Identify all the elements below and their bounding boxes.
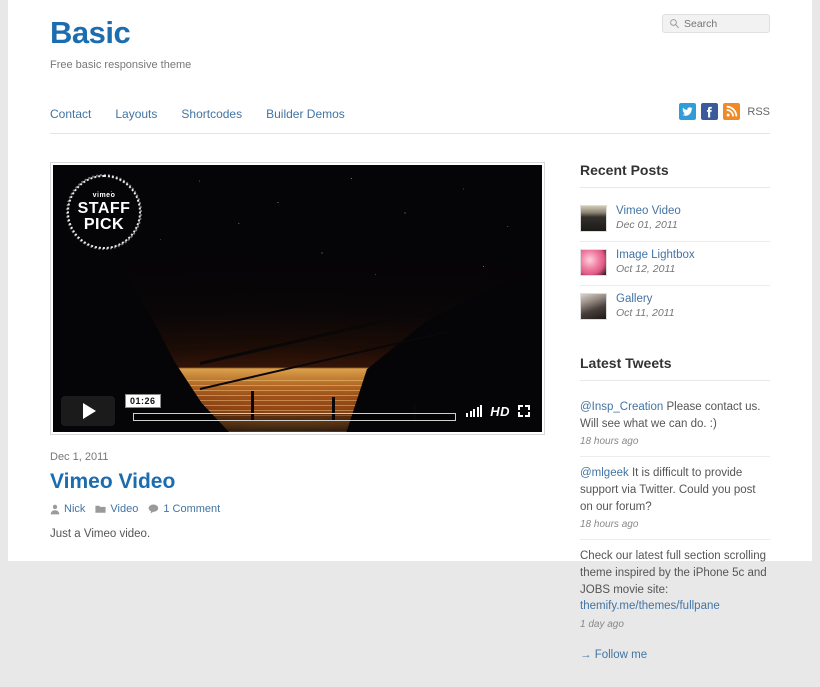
- main-content: vimeo STAFF PICK 01:26 HD Dec 1, 2011 Vi…: [50, 162, 550, 687]
- tweet-mention[interactable]: @Insp_Creation: [580, 401, 663, 413]
- folder-icon: [95, 505, 106, 514]
- widget-title: Recent Posts: [580, 162, 770, 189]
- nav-link[interactable]: Builder Demos: [266, 107, 345, 121]
- list-item[interactable]: Gallery Oct 11, 2011: [580, 286, 770, 329]
- post-author[interactable]: Nick: [50, 503, 85, 515]
- recent-post-date: Oct 11, 2011: [616, 307, 675, 320]
- video-right-controls: HD: [466, 404, 534, 419]
- recent-post-date: Dec 01, 2011: [616, 219, 678, 232]
- recent-post-date: Oct 12, 2011: [616, 263, 676, 276]
- search-icon: [670, 19, 679, 29]
- tweet-link[interactable]: themify.me/themes/fullpane: [580, 600, 720, 612]
- twitter-icon[interactable]: [679, 103, 697, 121]
- play-button[interactable]: [61, 396, 115, 427]
- post-thumbnail[interactable]: [580, 205, 607, 233]
- post-date: Dec 1, 2011: [50, 451, 109, 464]
- menu-list: Contact Layouts Shortcodes Builder Demos: [50, 107, 770, 121]
- badge-line-1: STAFF: [77, 199, 131, 217]
- tweet-time: 18 hours ago: [580, 519, 639, 531]
- tweet-text: @mlgeek It is difficult to provide suppo…: [580, 465, 770, 515]
- site-header: Basic Free basic responsive theme: [50, 0, 770, 71]
- author-link[interactable]: Nick: [64, 503, 85, 515]
- post-thumbnail[interactable]: [580, 249, 607, 277]
- main-navigation: Contact Layouts Shortcodes Builder Demos: [50, 103, 770, 135]
- tweet-body: Check our latest full section scrolling …: [580, 550, 767, 596]
- tweet-time: 1 day ago: [580, 619, 624, 631]
- tweet-mention[interactable]: @mlgeek: [580, 467, 629, 479]
- social-links: RSS: [679, 103, 770, 121]
- comments-link[interactable]: 1 Comment: [163, 503, 220, 515]
- nav-item-shortcodes[interactable]: Shortcodes: [181, 107, 242, 121]
- tweet-time: 18 hours ago: [580, 436, 639, 448]
- post-title[interactable]: Vimeo Video: [50, 469, 550, 494]
- tweet-item: Check our latest full section scrolling …: [580, 540, 770, 639]
- tweet-item: @mlgeek It is difficult to provide suppo…: [580, 457, 770, 541]
- list-item[interactable]: Vimeo Video Dec 01, 2011: [580, 198, 770, 243]
- search-form[interactable]: [662, 14, 770, 33]
- nav-link[interactable]: Contact: [50, 107, 91, 121]
- rss-icon[interactable]: [723, 103, 741, 121]
- play-icon: [83, 403, 96, 420]
- rss-label[interactable]: RSS: [747, 106, 770, 118]
- nav-item-builder-demos[interactable]: Builder Demos: [266, 107, 345, 121]
- seek-area[interactable]: 01:26: [125, 394, 457, 426]
- post-excerpt: Just a Vimeo video.: [50, 528, 151, 541]
- vimeo-staff-pick-badge: vimeo STAFF PICK: [66, 174, 142, 251]
- nav-item-contact[interactable]: Contact: [50, 107, 91, 121]
- category-link[interactable]: Video: [110, 503, 138, 515]
- post-comments[interactable]: 1 Comment: [148, 503, 220, 515]
- badge-line-2: PICK: [83, 215, 125, 233]
- fullscreen-icon[interactable]: [518, 405, 530, 418]
- follow-me-link[interactable]: → Follow me: [580, 649, 770, 661]
- list-item[interactable]: Image Lightbox Oct 12, 2011: [580, 242, 770, 287]
- post-meta: Nick Video 1 Comment: [50, 503, 550, 515]
- post-thumbnail[interactable]: [580, 293, 607, 321]
- widget-title: Latest Tweets: [580, 355, 770, 382]
- post-category[interactable]: Video: [95, 503, 138, 515]
- time-tooltip: 01:26: [125, 394, 161, 409]
- nav-link[interactable]: Shortcodes: [181, 107, 242, 121]
- volume-icon[interactable]: [466, 405, 483, 418]
- widget-latest-tweets: Latest Tweets @Insp_Creation Please cont…: [580, 355, 770, 661]
- page-body: vimeo STAFF PICK 01:26 HD Dec 1, 2011 Vi…: [50, 162, 770, 687]
- badge-brand: vimeo: [92, 191, 116, 199]
- recent-post-title[interactable]: Vimeo Video: [616, 205, 681, 217]
- comment-icon: [148, 504, 159, 514]
- progress-bar[interactable]: [133, 413, 457, 422]
- recent-post-title[interactable]: Image Lightbox: [616, 249, 695, 261]
- video-stage[interactable]: vimeo STAFF PICK 01:26 HD: [53, 165, 542, 433]
- tweet-item: @Insp_Creation Please contact us. Will s…: [580, 391, 770, 458]
- user-icon: [50, 504, 60, 515]
- widget-recent-posts: Recent Posts Vimeo Video Dec 01, 2011 Im…: [580, 162, 770, 329]
- site-description: Free basic responsive theme: [50, 59, 192, 72]
- nav-item-layouts[interactable]: Layouts: [115, 107, 157, 121]
- video-controls: 01:26 HD: [53, 390, 542, 432]
- video-player[interactable]: vimeo STAFF PICK 01:26 HD: [50, 162, 545, 436]
- tweet-text: Check our latest full section scrolling …: [580, 548, 770, 615]
- sidebar: Recent Posts Vimeo Video Dec 01, 2011 Im…: [580, 162, 770, 687]
- search-input[interactable]: [684, 17, 763, 30]
- facebook-icon[interactable]: [701, 103, 719, 121]
- recent-post-title[interactable]: Gallery: [616, 293, 675, 305]
- tweet-text: @Insp_Creation Please contact us. Will s…: [580, 399, 770, 432]
- hd-badge[interactable]: HD: [490, 404, 510, 419]
- nav-link[interactable]: Layouts: [115, 107, 157, 121]
- page-container: Basic Free basic responsive theme Contac…: [8, 0, 812, 661]
